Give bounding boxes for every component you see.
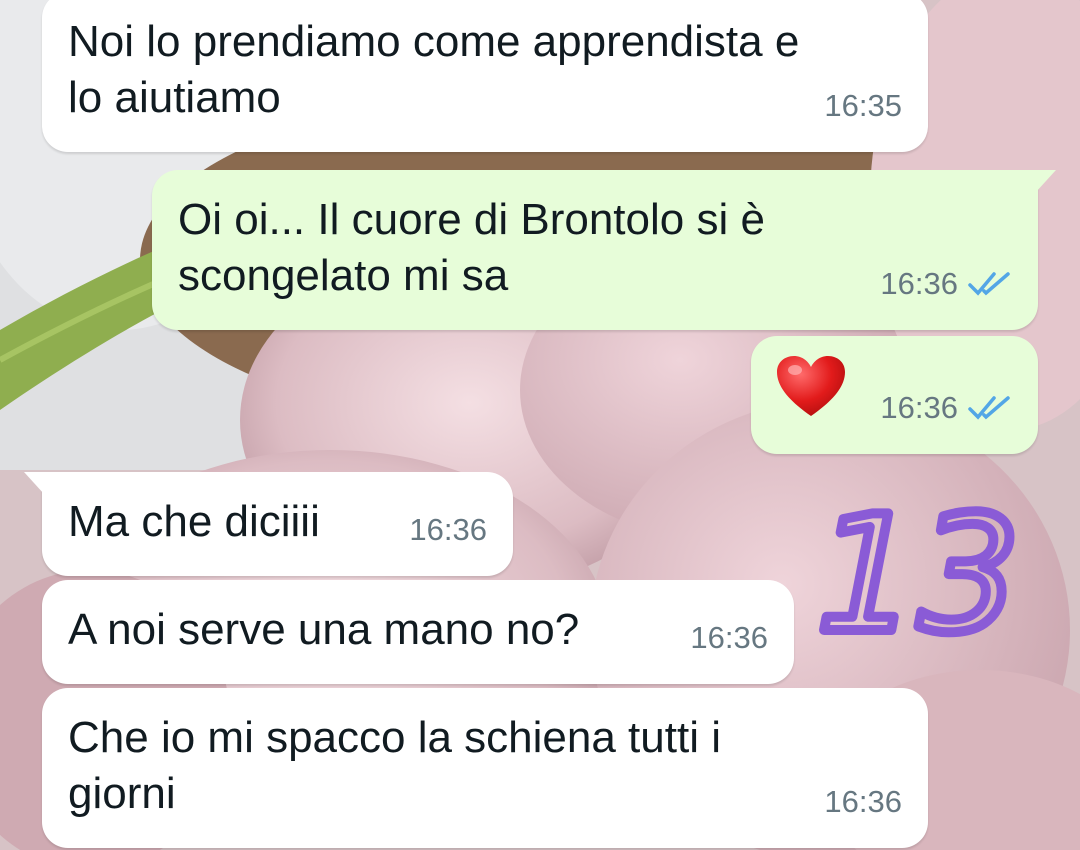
message-time: 16:36	[880, 390, 958, 425]
message-text: A noi serve una mano no?	[68, 605, 580, 654]
message-bubble-outgoing[interactable]: 16:36	[751, 336, 1038, 454]
message-time: 16:36	[880, 266, 958, 301]
message-bubble-incoming[interactable]: Noi lo prendiamo come apprendista e lo a…	[42, 0, 928, 152]
message-text: Noi lo prendiamo come apprendista e lo a…	[68, 17, 800, 122]
annotation-text: 13	[818, 490, 1018, 650]
message-time: 16:36	[824, 784, 902, 819]
message-time: 16:35	[824, 88, 902, 123]
message-bubble-incoming[interactable]: Che io mi spacco la schiena tutti i gior…	[42, 688, 928, 848]
message-bubble-incoming[interactable]: Ma che diciiii 16:36	[24, 472, 513, 576]
bubble-tail	[24, 472, 44, 494]
message-meta: 16:36	[690, 610, 768, 666]
message-meta: 16:36	[409, 502, 487, 558]
double-check-icon	[968, 272, 1010, 296]
message-meta: 16:36	[880, 256, 1012, 312]
message-time: 16:36	[409, 512, 487, 547]
bubble-tail	[1036, 170, 1056, 192]
message-time: 16:36	[690, 620, 768, 655]
message-bubble-outgoing[interactable]: Oi oi... Il cuore di Brontolo si è scong…	[152, 170, 1056, 330]
message-text: Che io mi spacco la schiena tutti i gior…	[68, 713, 721, 818]
message-meta: 16:35	[824, 78, 902, 134]
double-check-icon	[968, 396, 1010, 420]
message-meta: 16:36	[824, 774, 902, 830]
message-bubble-incoming[interactable]: A noi serve una mano no? 16:36	[42, 580, 794, 684]
message-text: Oi oi... Il cuore di Brontolo si è scong…	[178, 195, 765, 300]
handwritten-13-annotation: 13	[818, 490, 1018, 650]
message-meta: 16:36	[880, 380, 1012, 436]
message-text: Ma che diciiii	[68, 497, 320, 546]
heart-emoji	[777, 356, 845, 416]
